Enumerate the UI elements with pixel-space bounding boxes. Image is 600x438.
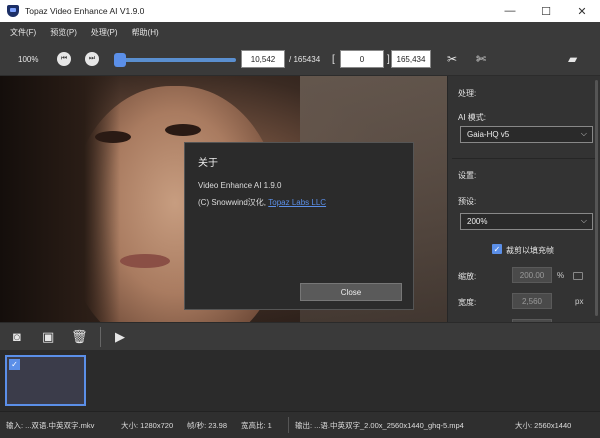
menu-file[interactable]: 文件(F): [10, 27, 36, 38]
ai-model-label: AI 模式:: [458, 113, 487, 122]
video-export-icon[interactable]: ▶: [115, 329, 125, 345]
minimize-button[interactable]: —: [492, 0, 528, 22]
total-frames-label: / 165434: [289, 55, 321, 64]
crop-fill-checkbox[interactable]: ✓: [492, 244, 502, 254]
menu-process[interactable]: 处理(P): [91, 27, 118, 38]
input-size: 大小: 1280x720: [121, 421, 174, 430]
lock-icon[interactable]: [573, 272, 583, 280]
frame-slider[interactable]: [118, 58, 236, 62]
width-unit: px: [575, 297, 584, 306]
add-camera-icon[interactable]: ◙: [13, 329, 21, 344]
menu-bar: 文件(F) 预览(P) 处理(P) 帮助(H): [0, 22, 600, 42]
topaz-labs-link[interactable]: Topaz Labs LLC: [268, 198, 326, 207]
about-dialog: 关于 Video Enhance AI 1.9.0 (C) Snowwind汉化…: [184, 142, 414, 310]
scissors-icon[interactable]: ✂: [447, 52, 457, 66]
camera-remove-icon[interactable]: ▣: [42, 329, 54, 345]
preview-eye-left: [95, 131, 131, 143]
range-close-bracket: ]: [387, 54, 390, 65]
ai-model-select[interactable]: Gaia-HQ v5 ⌵: [460, 126, 593, 143]
chevron-down-icon: ⌵: [580, 216, 587, 225]
preview-eye-right: [165, 124, 201, 136]
toolbar-divider: [100, 327, 101, 347]
input-fps: 帧/秒: 23.98: [187, 421, 228, 430]
window-title: Topaz Video Enhance AI V1.9.0: [25, 6, 145, 16]
about-version: Video Enhance AI 1.9.0: [198, 181, 282, 190]
status-divider: [288, 417, 289, 433]
input-file: 输入: ...双语.中英双字.mkv: [6, 421, 95, 430]
output-file: 输出: ...语.中英双字_2.00x_2560x1440_ghq-5.mp4: [295, 421, 464, 430]
clip-thumbnail[interactable]: ✓: [5, 355, 86, 406]
bottom-toolbar: ◙ ▣ 🗑 ▶: [0, 322, 600, 350]
trash-icon[interactable]: 🗑: [71, 329, 88, 345]
processing-label: 处理:: [458, 89, 477, 98]
skip-forward-icon[interactable]: ⏭: [85, 52, 99, 66]
panel-divider: [452, 158, 597, 159]
frame-slider-handle[interactable]: [114, 53, 126, 67]
output-size: 大小: 2560x1440: [515, 421, 572, 430]
scale-unit: %: [557, 271, 565, 280]
camera-icon[interactable]: ▰: [568, 52, 577, 66]
width-input[interactable]: 2,560: [512, 293, 552, 309]
chevron-down-icon: ⌵: [580, 129, 587, 138]
menu-preview[interactable]: 预览(P): [50, 27, 77, 38]
current-frame-input[interactable]: 10,542: [241, 50, 285, 68]
topaz-logo-icon: [7, 5, 19, 17]
title-bar: Topaz Video Enhance AI V1.9.0 — ☐ ✕: [0, 0, 600, 22]
preset-label: 预设:: [458, 197, 477, 206]
input-aspect: 宽高比: 1: [241, 421, 272, 430]
range-start-input[interactable]: 0: [340, 50, 384, 68]
crop-fill-label: 裁剪以填充帧: [506, 246, 554, 255]
window-controls: — ☐ ✕: [492, 0, 600, 22]
range-end-input[interactable]: 165,434: [391, 50, 431, 68]
range-open-bracket: [: [332, 54, 335, 65]
scissors-split-icon[interactable]: ✄: [476, 52, 486, 66]
preset-value: 200%: [467, 217, 488, 226]
zoom-level[interactable]: 100%: [18, 55, 38, 64]
preset-select[interactable]: 200% ⌵: [460, 213, 593, 230]
clip-select-checkbox[interactable]: ✓: [9, 359, 20, 370]
width-label: 宽度:: [458, 298, 477, 307]
scale-label: 缩放:: [458, 272, 477, 281]
about-dialog-title: 关于: [198, 158, 218, 169]
panel-scrollbar[interactable]: [595, 80, 598, 316]
preview-hair: [0, 76, 120, 322]
maximize-button[interactable]: ☐: [528, 0, 564, 22]
playback-toolbar: 100% ⏮ ⏭ 10,542 / 165434 [ 0 ] 165,434 ✂…: [0, 42, 600, 76]
about-copyright-text: (C) Snowwind汉化,: [198, 198, 269, 207]
close-button[interactable]: Close: [300, 283, 402, 301]
clip-strip: ✓: [0, 350, 600, 411]
status-bar: 输入: ...双语.中英双字.mkv 大小: 1280x720 帧/秒: 23.…: [0, 411, 600, 438]
close-window-button[interactable]: ✕: [564, 0, 600, 22]
scale-input[interactable]: 200.00: [512, 267, 552, 283]
settings-label: 设置:: [458, 171, 477, 180]
settings-panel: 处理: AI 模式: Gaia-HQ v5 ⌵ 设置: 预设: 200% ⌵ ✓…: [447, 76, 600, 324]
skip-back-icon[interactable]: ⏮: [57, 52, 71, 66]
about-copyright: (C) Snowwind汉化, Topaz Labs LLC: [198, 197, 326, 208]
ai-model-value: Gaia-HQ v5: [467, 130, 510, 139]
menu-help[interactable]: 帮助(H): [132, 27, 159, 38]
preview-lips: [120, 254, 170, 268]
